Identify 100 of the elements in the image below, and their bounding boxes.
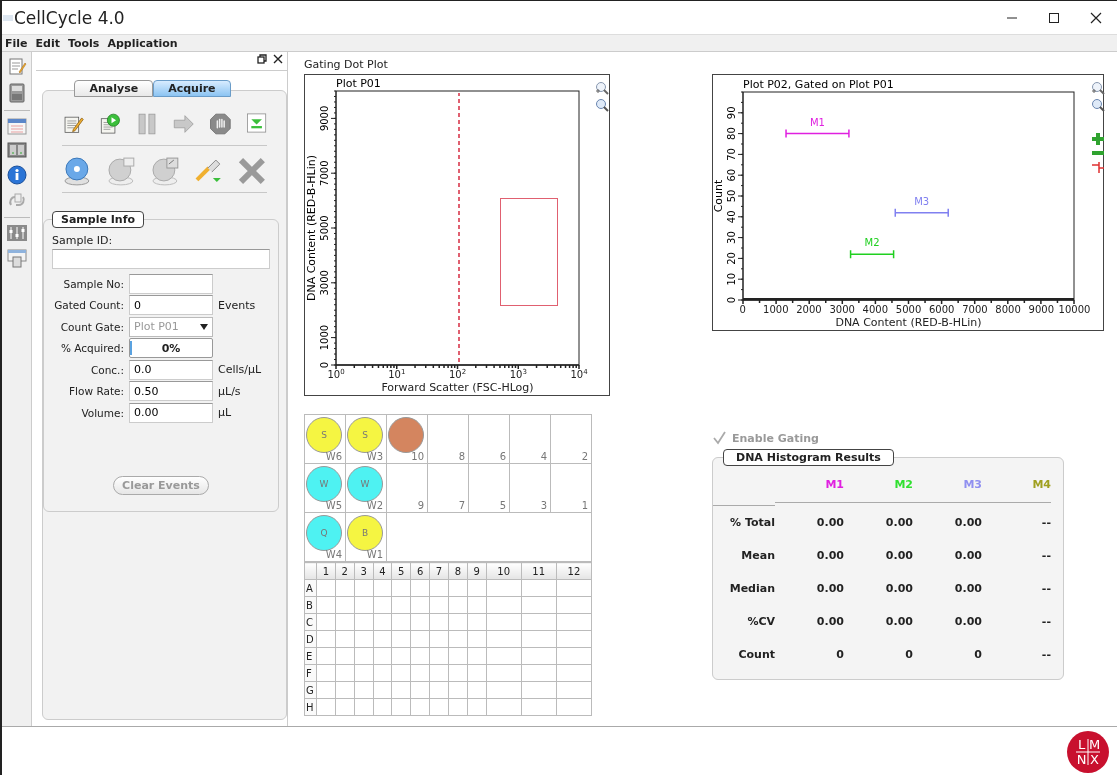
sample-tube[interactable]: W	[306, 466, 342, 502]
input-field[interactable]	[52, 249, 270, 269]
row-label: Count	[737, 647, 775, 663]
delete-icon[interactable]	[237, 156, 267, 186]
carousel-slot[interactable]: 4	[510, 415, 551, 464]
row-label: Mean	[740, 548, 775, 564]
row-label: Median	[728, 581, 775, 597]
close-icon[interactable]	[273, 54, 283, 64]
zoom-icon[interactable]	[1091, 98, 1105, 112]
tick-label: 70	[726, 148, 737, 161]
minus-icon[interactable]	[1091, 149, 1105, 157]
info-icon[interactable]	[6, 165, 27, 185]
field-label: Volume:	[80, 406, 124, 419]
carousel-slot[interactable]: Q W4	[305, 513, 346, 562]
table-cell-text: 0.00	[884, 548, 913, 564]
tick-label: 0	[738, 304, 747, 316]
carousel-slot[interactable]: W W5	[305, 464, 346, 513]
column-header: 4	[379, 565, 386, 577]
marker-range[interactable]	[894, 207, 949, 218]
calendar-icon[interactable]	[6, 117, 27, 135]
marker-range[interactable]	[849, 249, 895, 259]
column-header: 6	[416, 565, 424, 577]
row-header: E	[306, 650, 313, 662]
row-header: G	[306, 684, 314, 696]
marker-icon[interactable]	[1091, 160, 1105, 174]
axis-title: Count	[713, 179, 725, 213]
column-header: 10	[497, 565, 510, 577]
zoom-in-icon[interactable]	[1091, 81, 1105, 95]
carousel-slot[interactable]: 3	[510, 464, 551, 513]
sample-tube[interactable]: Q	[306, 515, 342, 551]
carousel-slot[interactable]: 5	[469, 464, 510, 513]
sample-tube[interactable]	[388, 417, 424, 453]
zoom-icon[interactable]	[595, 98, 609, 112]
column-header: 12	[567, 565, 581, 577]
tick-label: 90	[726, 106, 737, 120]
carousel-slot[interactable]: 7	[428, 464, 469, 513]
sample-tube[interactable]: W	[347, 466, 383, 502]
input-field[interactable]	[129, 273, 213, 294]
carousel-slot[interactable]: 1	[551, 464, 592, 513]
sample-tube[interactable]: B	[347, 515, 383, 551]
carousel-slot[interactable]: 6	[469, 415, 510, 464]
restore-icon[interactable]	[257, 54, 267, 64]
input-field[interactable]: 0	[129, 295, 213, 316]
disc-export-icon[interactable]	[149, 156, 180, 186]
table-cell-text: 0	[835, 647, 844, 663]
sample-tube[interactable]: S	[347, 417, 383, 453]
menu-item[interactable]: Edit	[35, 36, 60, 50]
well-plate-grid[interactable]: 1 2 3 4 5 6 7 8 9 10 11 12 A B C D E F G H	[304, 562, 592, 716]
menu-item[interactable]: Application	[107, 36, 178, 50]
tick-label: 10000	[1057, 304, 1092, 316]
input-field[interactable]: 0.50	[129, 381, 213, 402]
carousel-slot[interactable]: 10	[387, 415, 428, 464]
carousel-slot[interactable]: W W2	[346, 464, 387, 513]
close-icon[interactable]	[1090, 11, 1102, 24]
tick-label: 6000	[928, 304, 956, 316]
tab[interactable]: Analyse	[74, 80, 154, 97]
plus-icon[interactable]	[1091, 132, 1105, 146]
position-label: 2	[581, 451, 588, 462]
column-header: 7	[435, 565, 443, 577]
position-label: 9	[417, 500, 424, 511]
tab[interactable]: Acquire	[153, 80, 231, 97]
device-icon[interactable]	[6, 82, 27, 104]
table-cell-text: 0	[904, 647, 913, 663]
window-icon[interactable]	[6, 248, 27, 268]
menu-item[interactable]: Tools	[67, 36, 100, 50]
carousel-slot[interactable]: S W3	[346, 415, 387, 464]
position-label: W6	[325, 451, 342, 462]
gate-region[interactable]	[499, 197, 559, 307]
tick-label: 20	[726, 252, 737, 265]
carousel-slot[interactable]: 9	[387, 464, 428, 513]
carousel-slot[interactable]: B W1	[346, 513, 387, 562]
tick-label: 2000	[795, 304, 823, 316]
tick-label: 1000	[319, 324, 330, 351]
marker-header: M4	[982, 472, 1051, 503]
disc-icon[interactable]	[62, 156, 92, 186]
menu-item[interactable]: File	[5, 36, 28, 50]
tick-label: 7000	[319, 160, 330, 186]
sliders-icon[interactable]	[5, 224, 28, 242]
zoom-in-icon[interactable]	[595, 81, 609, 95]
tick-label: 7000	[961, 304, 989, 316]
carousel-slot[interactable]: 8	[428, 415, 469, 464]
column-header: 3	[360, 565, 367, 577]
group-title: Sample Info	[52, 211, 144, 228]
tick-label: 10$^{2}$	[447, 369, 468, 382]
marker-range[interactable]	[785, 128, 850, 139]
sample-tube[interactable]: S	[306, 417, 342, 453]
tick-label: 10$^{1}$	[387, 369, 407, 382]
table-cell-text: 0.00	[815, 548, 844, 564]
table-cell-text: 0.00	[815, 614, 844, 630]
chart-title: Plot P02, Gated on Plot P01	[743, 78, 894, 91]
carousel-slot[interactable]: S W6	[305, 415, 346, 464]
columns-icon[interactable]	[6, 141, 27, 159]
table-cell-text: --	[1040, 647, 1051, 663]
carousel-slot[interactable]: 2	[551, 415, 592, 464]
input-field[interactable]: 0.0	[129, 359, 213, 380]
table-cell-text: 0.00	[953, 581, 982, 597]
input-field[interactable]: 0.00	[129, 402, 213, 423]
disc-add-icon[interactable]	[105, 156, 136, 186]
maximize-icon[interactable]	[1048, 11, 1060, 24]
notepad-icon[interactable]	[6, 56, 27, 76]
